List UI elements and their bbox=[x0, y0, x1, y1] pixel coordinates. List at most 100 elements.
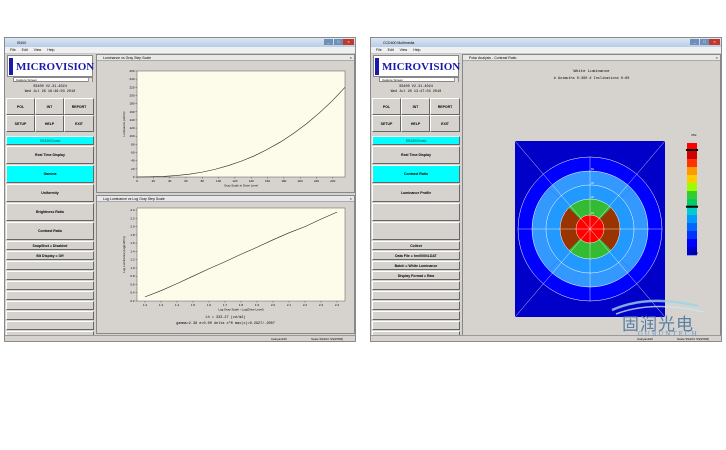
y-tick-label: 2.4 bbox=[130, 208, 135, 212]
real-time-display-button[interactable]: Real Time Display bbox=[372, 146, 460, 164]
menu-view[interactable]: View bbox=[400, 48, 408, 52]
x-tick-label: 2.0 bbox=[271, 303, 276, 307]
maximize-button[interactable]: □ bbox=[334, 39, 343, 45]
y-tick-label: 220 bbox=[129, 85, 134, 89]
x-tick-label: 240 bbox=[330, 179, 335, 183]
microvision-logo: MICROVISION bbox=[7, 55, 94, 77]
y-tick-label: 120 bbox=[129, 126, 134, 130]
display-format-button[interactable]: Display Format = Raw bbox=[372, 271, 460, 280]
left-title-text: IS400 bbox=[17, 40, 27, 45]
x-tick-label: 120 bbox=[232, 179, 237, 183]
menu-view[interactable]: View bbox=[34, 48, 42, 52]
x-tick-label: 1.6 bbox=[207, 303, 212, 307]
contrast-ratio-button[interactable]: Contrast Ratio bbox=[372, 165, 460, 183]
y-tick-label: 1.4 bbox=[130, 249, 135, 253]
empty-slot-button[interactable] bbox=[372, 203, 460, 221]
colorbar-segment bbox=[687, 231, 697, 240]
y-tick-label: 2.2 bbox=[130, 216, 135, 220]
brightness-ratio-button[interactable]: Brightness Ratio bbox=[6, 203, 94, 221]
report-button[interactable]: REPORT bbox=[64, 98, 94, 115]
capture-screen-select[interactable]: Capture Screen bbox=[379, 77, 459, 82]
empty-slot-button[interactable] bbox=[6, 281, 94, 290]
help-button[interactable]: HELP bbox=[35, 115, 64, 132]
menu-edit[interactable]: Edit bbox=[22, 48, 28, 52]
x-tick-label: 200 bbox=[298, 179, 303, 183]
setup-button[interactable]: SETUP bbox=[372, 115, 401, 132]
plot1-header: Luminance vs Gray Step Scale × bbox=[97, 55, 354, 61]
empty-slot-button[interactable] bbox=[372, 321, 460, 330]
gamma-readout: gamma=2.38 e=0.00 delta x^0 max(x)=0.292… bbox=[176, 322, 275, 326]
menu-help[interactable]: Help bbox=[413, 48, 420, 52]
capture-screen-select[interactable]: Capture Screen bbox=[13, 77, 93, 82]
exit-button[interactable]: EXIT bbox=[430, 115, 460, 132]
batch-button[interactable]: Batch = White Luminance bbox=[372, 261, 460, 270]
close-button[interactable]: × bbox=[709, 39, 720, 45]
mode-header[interactable]: SS420/Gonio bbox=[6, 136, 94, 145]
y-tick-label: 0.8 bbox=[130, 274, 135, 278]
empty-slot-button[interactable] bbox=[372, 291, 460, 300]
y-axis-label: Log Luminance (log(cd/m²)) bbox=[122, 236, 126, 273]
close-icon[interactable]: × bbox=[350, 55, 352, 61]
x-tick-label: 1.9 bbox=[255, 303, 260, 307]
menu-file[interactable]: File bbox=[376, 48, 382, 52]
exit-button[interactable]: EXIT bbox=[64, 115, 94, 132]
uniformity-button[interactable]: Uniformity bbox=[6, 184, 94, 202]
empty-slot-button[interactable] bbox=[372, 301, 460, 310]
int-button[interactable]: INT bbox=[35, 98, 64, 115]
right-title-text: CCD400 Multimedia bbox=[383, 40, 415, 45]
report-button[interactable]: REPORT bbox=[430, 98, 460, 115]
empty-slot-button[interactable] bbox=[6, 271, 94, 280]
menu-edit[interactable]: Edit bbox=[388, 48, 394, 52]
colorbar-segment bbox=[687, 175, 697, 184]
x-tick-label: 1.5 bbox=[191, 303, 196, 307]
gamma-button[interactable]: Gamma bbox=[6, 165, 94, 183]
x-tick-label: 140 bbox=[249, 179, 254, 183]
luminance-profile-button[interactable]: Luminance Profile bbox=[372, 184, 460, 202]
menu-file[interactable]: File bbox=[10, 48, 16, 52]
y-tick-label: 20 bbox=[131, 167, 135, 171]
left-menu-bar: File Edit View Help bbox=[5, 47, 355, 54]
empty-slot-button[interactable] bbox=[372, 311, 460, 320]
bit-display-toggle[interactable]: Bit Display = Off bbox=[6, 251, 94, 260]
pol-button[interactable]: POL bbox=[6, 98, 35, 115]
y-tick-label: 1.0 bbox=[130, 266, 135, 270]
help-button[interactable]: HELP bbox=[401, 115, 430, 132]
empty-slot-button[interactable] bbox=[372, 281, 460, 290]
colorbar-segment bbox=[687, 207, 697, 216]
menu-help[interactable]: Help bbox=[47, 48, 54, 52]
empty-slot-button[interactable] bbox=[6, 301, 94, 310]
x-tick-label: 1.8 bbox=[239, 303, 244, 307]
y-tick-label: 60 bbox=[131, 151, 135, 155]
colorbar-segment bbox=[687, 191, 697, 200]
snapshot-toggle[interactable]: SnapShot = Disabled bbox=[6, 241, 94, 250]
data-file-button[interactable]: Data File = hrx00004.DAT bbox=[372, 251, 460, 260]
left-control-panel: MICROVISION Capture Screen SS400 V2.31.4… bbox=[5, 54, 95, 340]
right-title-bar: CCD400 Multimedia _ □ × bbox=[371, 38, 721, 47]
setup-button[interactable]: SETUP bbox=[6, 115, 35, 132]
close-button[interactable]: × bbox=[343, 39, 354, 45]
int-button[interactable]: INT bbox=[401, 98, 430, 115]
minimize-button[interactable]: _ bbox=[690, 39, 699, 45]
collect-button[interactable]: Collect bbox=[372, 241, 460, 250]
minimize-button[interactable]: _ bbox=[324, 39, 333, 45]
empty-slot-button[interactable] bbox=[6, 291, 94, 300]
luminance-readout: Lh = 333.27 (cd/m2) bbox=[205, 316, 246, 320]
x-tick-label: 2.4 bbox=[335, 303, 340, 307]
empty-slot-button[interactable] bbox=[6, 261, 94, 270]
x-tick-label: 160 bbox=[265, 179, 270, 183]
empty-slot-button[interactable] bbox=[6, 321, 94, 330]
y-axis-label: Luminance (cd/m²) bbox=[122, 111, 126, 136]
x-axis-label: Log Gray Scale - Log(Drive Level) bbox=[218, 308, 263, 312]
contrast-ratio-button[interactable]: Contrast Ratio bbox=[6, 222, 94, 240]
mode-header[interactable]: SS420/Gonio bbox=[372, 136, 460, 145]
real-time-display-button[interactable]: Real Time Display bbox=[6, 146, 94, 164]
empty-slot-button[interactable] bbox=[372, 222, 460, 240]
watermark: 固润光电 GURUNTECH bbox=[608, 296, 726, 348]
close-icon[interactable]: × bbox=[350, 196, 352, 202]
empty-slot-button[interactable] bbox=[6, 311, 94, 320]
maximize-button[interactable]: □ bbox=[700, 39, 709, 45]
pol-button[interactable]: POL bbox=[372, 98, 401, 115]
x-tick-label: 1.2 bbox=[143, 303, 148, 307]
x-tick-label: 2.2 bbox=[303, 303, 308, 307]
x-tick-label: 80 bbox=[201, 179, 205, 183]
